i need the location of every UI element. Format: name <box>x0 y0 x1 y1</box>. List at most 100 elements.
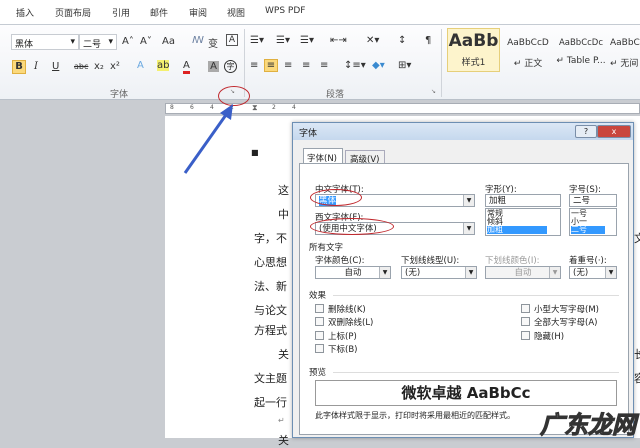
tab-insert[interactable]: 插入 <box>16 6 34 19</box>
style-preview: AaBbCcDc <box>558 38 604 48</box>
enclose-char-icon[interactable]: 变 <box>208 35 218 50</box>
paragraph-dialog-launcher[interactable]: ↘ <box>431 88 436 95</box>
close-button[interactable]: x <box>597 125 631 138</box>
checkbox-label: 下标(B) <box>328 345 358 355</box>
dialog-title: 字体 <box>299 129 318 139</box>
borders-icon[interactable]: ⊞▾ <box>398 60 411 71</box>
chinese-layout-icon[interactable]: ✕▾ <box>366 35 379 46</box>
distribute-icon[interactable]: ≡ <box>320 60 328 71</box>
numbering-icon[interactable]: ☰▾ <box>276 35 290 46</box>
enclose-icon[interactable]: 字 <box>224 60 237 73</box>
tab-font[interactable]: 字体(N) <box>303 148 343 164</box>
font-size-select[interactable]: 二号 ▾ <box>79 34 117 50</box>
superscript-button[interactable]: x² <box>110 61 120 72</box>
doc-text: 长 <box>634 348 640 361</box>
dropdown-arrow-icon: ▼ <box>463 223 474 234</box>
preview-note: 此字体样式限于显示，打印时将采用最相近的匹配样式。 <box>315 411 515 420</box>
char-shading-icon[interactable]: A <box>208 61 219 72</box>
change-case-button[interactable]: Aa <box>162 36 175 47</box>
indent-icons[interactable]: ⇤⇥ <box>330 35 347 46</box>
subscript-checkbox[interactable] <box>315 344 324 353</box>
strikethrough-checkbox[interactable] <box>315 304 324 313</box>
font-color-label: 字体颜色(C): <box>315 256 365 266</box>
annotation-circle <box>310 189 362 206</box>
align-left-icon[interactable]: ≡ <box>250 60 258 71</box>
style-item[interactable]: AaBbCcD ↵ 正文 <box>502 28 554 72</box>
preview-heading: 预览 <box>309 368 327 378</box>
font-name-select[interactable]: 黑体 ▾ <box>11 34 79 50</box>
underline-style-select[interactable]: (无) ▼ <box>401 266 477 279</box>
font-name-value: 黑体 <box>15 40 34 50</box>
ruler-tick: 4 <box>292 104 296 111</box>
emphasis-select[interactable]: (无) ▼ <box>569 266 617 279</box>
double-strikethrough-checkbox[interactable] <box>315 317 324 326</box>
tab-review[interactable]: 审阅 <box>189 6 207 19</box>
font-color-select[interactable]: 自动 ▼ <box>315 266 391 279</box>
list-option-selected[interactable]: 二号 <box>571 226 605 234</box>
bold-button[interactable]: B <box>12 60 26 74</box>
multilevel-list-icon[interactable]: ☰▾ <box>300 35 314 46</box>
show-marks-icon[interactable]: ¶ <box>425 35 431 46</box>
sort-icon[interactable]: ↕ <box>398 35 406 46</box>
doc-text: 与论文 <box>254 304 287 317</box>
style-item[interactable]: AaBbC ↵ 无间 <box>610 28 640 72</box>
annotation-circle <box>310 218 394 235</box>
shading-icon[interactable]: ◆▾ <box>372 60 385 71</box>
checkbox-label: 双删除线(L) <box>328 318 374 328</box>
underline-button[interactable]: U <box>52 61 59 72</box>
hidden-checkbox[interactable] <box>521 331 530 340</box>
highlight-icon[interactable]: ab <box>157 60 170 71</box>
phonetic-icon[interactable]: ꟿ <box>192 35 204 46</box>
style-item[interactable]: AaBbCcDc ↵ Table P... <box>556 28 606 72</box>
dropdown-arrow-icon: ▼ <box>549 267 560 278</box>
all-caps-checkbox[interactable] <box>521 317 530 326</box>
dropdown-arrow-icon: ▼ <box>605 267 616 278</box>
justify-icon[interactable]: ≡ <box>302 60 310 71</box>
tab-wps-pdf[interactable]: WPS PDF <box>265 6 305 16</box>
subscript-button[interactable]: x₂ <box>94 61 104 72</box>
list-option-selected[interactable]: 加粗 <box>487 226 547 234</box>
grow-font-button[interactable]: A˄ <box>122 36 134 47</box>
char-border-button[interactable]: A <box>226 34 238 46</box>
doc-text: 关 <box>278 348 289 361</box>
align-center-icon[interactable]: ≡ <box>264 59 278 72</box>
doc-text: 方程式 <box>254 324 287 337</box>
checkbox-label: 上标(P) <box>328 332 357 342</box>
font-color-button[interactable]: A <box>183 60 190 74</box>
tab-mailings[interactable]: 邮件 <box>150 6 168 19</box>
underline-style-label: 下划线线型(U): <box>401 256 460 266</box>
tab-references[interactable]: 引用 <box>112 6 130 19</box>
dropdown-arrow-icon: ▼ <box>379 267 390 278</box>
underline-color-value: 自动 <box>514 268 532 278</box>
font-dialog: 字体 ? x 字体(N) 高级(V) 中文字体(T): 黑体 ▼ 西文字体(F):… <box>292 122 634 438</box>
tab-page-layout[interactable]: 页面布局 <box>55 6 91 19</box>
style-name: 样式1 <box>461 58 486 68</box>
style-name: ↵ Table P... <box>556 56 606 66</box>
text-effect-icon[interactable]: A <box>137 60 144 71</box>
emphasis-label: 着重号(·): <box>569 256 607 266</box>
font-style-list[interactable]: 常规 倾斜 加粗 <box>485 208 561 236</box>
indent-marker[interactable]: ⧗ <box>252 103 258 113</box>
doc-text: 法、新 <box>254 280 287 293</box>
font-style-input[interactable]: 加粗 <box>485 194 561 207</box>
font-size-input[interactable]: 二号 <box>569 194 617 207</box>
italic-button[interactable]: I <box>34 61 38 72</box>
underline-color-select: 自动 ▼ <box>485 266 561 279</box>
style-item[interactable]: AaBb 样式1 <box>447 28 500 72</box>
help-button[interactable]: ? <box>575 125 597 138</box>
style-preview: AaBbCcD <box>507 38 549 48</box>
bullets-icon[interactable]: ☰▾ <box>250 35 264 46</box>
align-right-icon[interactable]: ≡ <box>284 60 292 71</box>
doc-text: 关 <box>278 434 289 447</box>
shrink-font-button[interactable]: A˅ <box>140 36 152 47</box>
small-caps-checkbox[interactable] <box>521 304 530 313</box>
doc-text: 字，不 <box>254 232 287 245</box>
tab-advanced[interactable]: 高级(V) <box>345 150 385 165</box>
tab-view[interactable]: 视图 <box>227 6 245 19</box>
line-spacing-icon[interactable]: ↕≡▾ <box>344 60 366 71</box>
font-size-list[interactable]: 一号 小一 二号 <box>569 208 617 236</box>
style-name: ↵ 正文 <box>513 59 543 69</box>
superscript-checkbox[interactable] <box>315 331 324 340</box>
ribbon: 黑体 ▾ 二号 ▾ A˄ A˅ Aa ꟿ 变 A B I U abc x₂ x² A… <box>0 24 640 100</box>
strikethrough-button[interactable]: abc <box>74 62 88 71</box>
